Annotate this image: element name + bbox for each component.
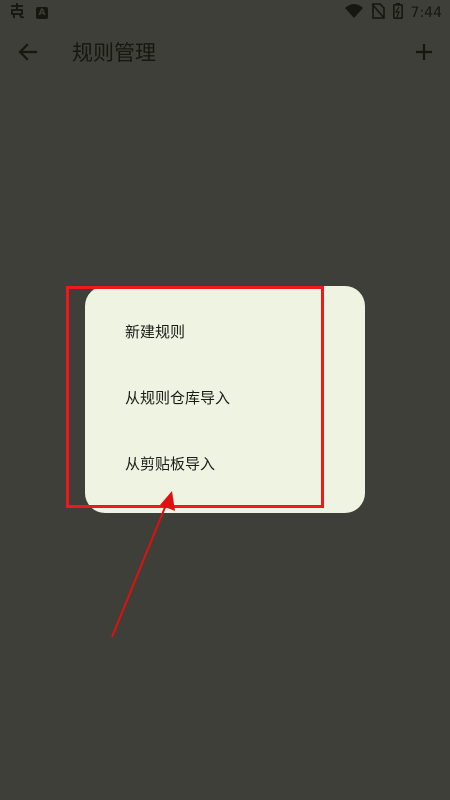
wifi-icon	[344, 3, 363, 23]
add-rule-button[interactable]	[408, 38, 440, 70]
status-right-icons: 7:44	[344, 3, 442, 23]
menu-item-label: 新建规则	[125, 322, 186, 341]
menu-item-import-from-clipboard[interactable]: 从剪贴板导入	[85, 430, 365, 496]
app-notification-icon	[8, 2, 26, 24]
menu-item-label: 从剪贴板导入	[125, 454, 216, 473]
menu-item-label: 从规则仓库导入	[125, 388, 231, 407]
a-badge-icon: A	[36, 7, 48, 19]
status-bar: A 7:44	[0, 0, 450, 26]
menu-item-import-from-repository[interactable]: 从规则仓库导入	[85, 364, 365, 430]
app-bar: 规则管理	[0, 26, 450, 82]
plus-icon	[414, 42, 434, 66]
menu-item-new-rule[interactable]: 新建规则	[85, 298, 365, 364]
arrow-left-icon	[17, 41, 39, 67]
screen: A 7:44 规则管理 新建规则 从规则仓库导入 从剪贴板导入	[0, 0, 450, 800]
add-rule-menu: 新建规则 从规则仓库导入 从剪贴板导入	[85, 286, 365, 513]
page-title: 规则管理	[72, 41, 156, 65]
battery-icon	[392, 3, 403, 23]
status-left-icons: A	[8, 3, 48, 23]
status-time: 7:44	[410, 5, 442, 21]
no-sim-icon	[370, 3, 385, 23]
back-button[interactable]	[12, 38, 44, 70]
